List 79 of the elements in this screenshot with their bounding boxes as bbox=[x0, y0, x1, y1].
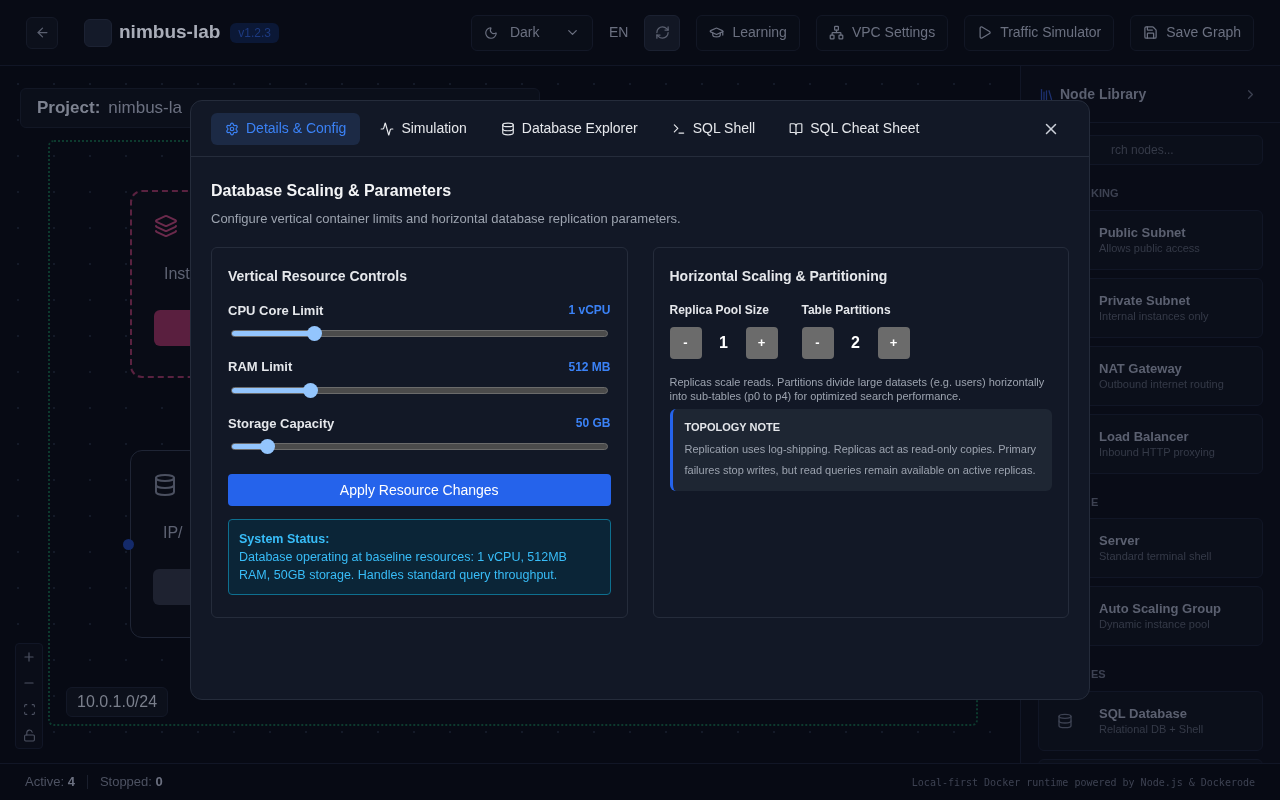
section-subtitle: Configure vertical container limits and horizontal database replication parameters. bbox=[211, 210, 682, 228]
refresh-icon bbox=[654, 25, 670, 40]
logo-icon bbox=[84, 18, 112, 47]
slider-reading: 1 vCPU bbox=[568, 302, 611, 320]
stopped-count: Stopped: 0 bbox=[99, 773, 163, 792]
note-title: TOPOLOGY NOTE bbox=[684, 419, 782, 435]
item-name: SQL Database bbox=[1099, 705, 1188, 722]
stepper-label: Table Partitions bbox=[801, 301, 892, 319]
note-text: Replication uses log-shipping. Replicas act as read-only copies. Primary failures stop writes, but read queries remain available on active replicas. bbox=[684, 442, 1038, 478]
apply-button[interactable]: Apply Resource Changes bbox=[228, 474, 611, 506]
card-title: Vertical Resource Controls bbox=[228, 266, 408, 286]
project-label: Project: bbox=[37, 97, 101, 120]
dialog-tab[interactable]: Details & Config bbox=[211, 112, 361, 145]
toolbar-button[interactable]: Save Graph bbox=[1130, 14, 1254, 51]
slider-thumb[interactable] bbox=[303, 382, 319, 398]
stepper-value: 1 bbox=[718, 332, 729, 353]
slider-reading: 512 MB bbox=[568, 358, 611, 376]
dialog-tab[interactable]: SQL Cheat Sheet bbox=[775, 112, 934, 145]
section-label: E bbox=[1090, 494, 1100, 510]
section-title: Database Scaling & Parameters bbox=[211, 181, 453, 201]
save-icon bbox=[1143, 25, 1159, 40]
node-detail: Inst bbox=[164, 264, 190, 284]
plus-icon bbox=[22, 650, 36, 664]
play-icon bbox=[977, 25, 993, 40]
status-text: Database operating at baseline resources: 1 vCPU, 512MB RAM, 50GB storage. Handles standard query throughput. bbox=[239, 549, 568, 584]
stepper-value: 2 bbox=[850, 332, 861, 353]
dialog-tab[interactable]: SQL Shell bbox=[657, 112, 770, 145]
network-icon bbox=[828, 25, 844, 40]
dialog-tab[interactable]: Simulation bbox=[366, 112, 481, 145]
toolbar-button[interactable]: Traffic Simulator bbox=[964, 14, 1115, 51]
slider-thumb[interactable] bbox=[306, 326, 322, 341]
footer-text: Local-first Docker runtime powered by Node.js & Dockerode bbox=[911, 775, 1255, 790]
pulse-icon bbox=[380, 121, 395, 136]
item-name: Server bbox=[1099, 533, 1141, 549]
database-icon bbox=[1057, 712, 1073, 729]
slider-label: CPU Core Limit bbox=[228, 301, 324, 320]
moon-icon bbox=[483, 25, 498, 40]
toolbar-button[interactable]: VPC Settings bbox=[815, 14, 949, 51]
card-title: Horizontal Scaling & Partitioning bbox=[669, 266, 889, 286]
item-name: Private Subnet bbox=[1099, 292, 1192, 309]
decrement-button[interactable]: - bbox=[669, 326, 702, 359]
gear-icon bbox=[225, 121, 239, 136]
library-icon bbox=[1039, 86, 1054, 102]
language-button[interactable]: EN bbox=[600, 14, 637, 51]
theme-select[interactable]: Dark bbox=[470, 14, 593, 51]
database-icon bbox=[153, 473, 177, 497]
node-detail: IP/ bbox=[163, 523, 183, 543]
decrement-button[interactable]: - bbox=[801, 326, 834, 359]
panel-title: Node Library bbox=[1060, 84, 1147, 104]
terminal-icon bbox=[671, 121, 686, 136]
item-name: Auto Scaling Group bbox=[1099, 601, 1222, 617]
slider-thumb[interactable] bbox=[260, 439, 276, 454]
section-label: ES bbox=[1090, 667, 1107, 682]
project-name: nimbus-la bbox=[108, 97, 182, 120]
toolbar-button[interactable]: Learning bbox=[696, 14, 800, 51]
item-name: Public Subnet bbox=[1099, 224, 1187, 241]
lock-icon bbox=[22, 728, 36, 742]
active-count: Active: 4 bbox=[25, 773, 75, 792]
connection-handle[interactable] bbox=[123, 539, 134, 550]
stepper-label: Replica Pool Size bbox=[669, 301, 770, 319]
subnet-cidr-label: 10.0.1.0/24 bbox=[66, 687, 169, 717]
fit-view-icon bbox=[22, 702, 36, 716]
slider-label: Storage Capacity bbox=[228, 414, 335, 433]
book-icon bbox=[789, 121, 804, 136]
back-icon bbox=[34, 25, 50, 40]
slider-reading: 50 GB bbox=[575, 415, 611, 433]
increment-button[interactable]: + bbox=[877, 326, 910, 359]
database-icon bbox=[500, 121, 515, 136]
version-badge: v1.2.3 bbox=[230, 22, 280, 43]
increment-button[interactable]: + bbox=[745, 326, 778, 359]
layers-icon bbox=[154, 214, 178, 238]
graduation-cap-icon bbox=[709, 25, 725, 40]
dialog-tab[interactable]: Database Explorer bbox=[486, 112, 652, 145]
slider-label: RAM Limit bbox=[228, 358, 293, 376]
status-title: System Status: bbox=[239, 531, 331, 548]
section-label: KING bbox=[1090, 186, 1120, 201]
app-name: nimbus-lab bbox=[119, 20, 221, 45]
item-name: Load Balancer bbox=[1099, 428, 1190, 445]
item-name: NAT Gateway bbox=[1099, 360, 1183, 377]
